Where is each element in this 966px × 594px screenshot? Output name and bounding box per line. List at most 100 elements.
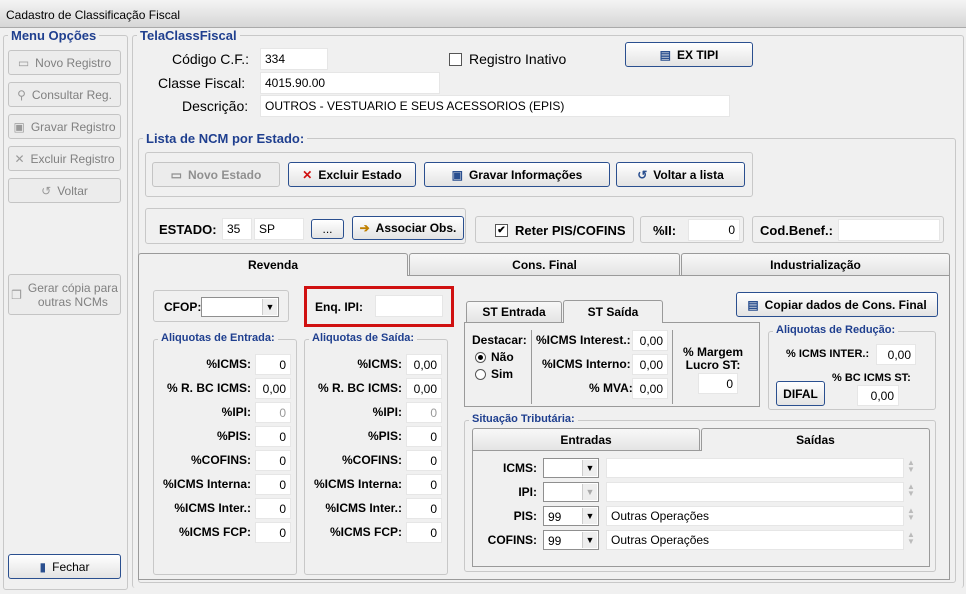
registro-inativo-checkbox[interactable]: Registro Inativo	[449, 51, 566, 67]
entrada-field-6[interactable]: 0	[255, 498, 291, 519]
registro-inativo-box[interactable]	[449, 52, 462, 66]
situacao-code-2: 99	[548, 510, 562, 524]
estado-code-field[interactable]: 35	[222, 218, 252, 240]
estado-label: ESTADO:	[159, 222, 217, 237]
descricao-field[interactable]: OUTROS - VESTUARIO E SEUS ACESSORIOS (EP…	[260, 95, 730, 117]
saida-field-0[interactable]: 0,00	[406, 354, 442, 375]
codbenef-field[interactable]	[838, 219, 940, 241]
entrada-label-0: %ICMS:	[206, 357, 251, 371]
enq-ipi-field[interactable]	[375, 295, 443, 317]
saida-field-7[interactable]: 0	[406, 522, 442, 543]
tab-entradas[interactable]: Entradas	[472, 428, 700, 450]
entrada-field-7[interactable]: 0	[255, 522, 291, 543]
estado-lookup-button[interactable]: ...	[311, 219, 344, 239]
ii-field[interactable]: 0	[688, 219, 740, 241]
spin-arrows-icon[interactable]: ▲ ▼	[906, 531, 916, 546]
icms-interest-label: %ICMS Interest.:	[536, 333, 631, 347]
codigo-label: Código C.F.:	[172, 51, 250, 67]
enq-ipi-label: Enq. IPI:	[315, 300, 363, 314]
gerar-copia-button[interactable]: ❐ Gerar cópia para outras NCMs	[8, 274, 121, 315]
radio-sim[interactable]	[475, 368, 486, 380]
novo-estado-button[interactable]: ▭ Novo Estado	[152, 162, 280, 187]
fechar-button[interactable]: ▮ Fechar	[8, 554, 121, 579]
gravar-registro-button[interactable]: ▣ Gravar Registro	[8, 114, 121, 139]
situacao-desc-1[interactable]	[606, 482, 904, 502]
aliquotas-saida-legend: Aliquotas de Saída:	[309, 332, 418, 344]
situacao-code-select-2[interactable]: 99 ▼	[543, 506, 599, 526]
icms-interno-field[interactable]: 0,00	[632, 354, 668, 375]
menu-options-group: Menu Opções ▭ Novo Registro ⚲ Consultar Re…	[3, 28, 128, 590]
tab-revenda[interactable]: Revenda	[138, 253, 408, 276]
excluir-registro-button[interactable]: ✕ Excluir Registro	[8, 146, 121, 171]
spin-arrows-icon[interactable]: ▲ ▼	[906, 483, 916, 498]
codigo-field[interactable]: 334	[260, 48, 328, 70]
entrada-field-5[interactable]: 0	[255, 474, 291, 495]
cfop-select[interactable]: ▼	[201, 297, 279, 317]
copiar-cons-final-button[interactable]: ▤ Copiar dados de Cons. Final	[736, 292, 938, 317]
ii-label: %II:	[653, 223, 677, 238]
delete-x-icon: ✕	[14, 151, 25, 166]
entrada-field-4[interactable]: 0	[255, 450, 291, 471]
reducao-bc-icms-st-field[interactable]: 0,00	[857, 385, 899, 406]
spin-arrows-icon[interactable]: ▲ ▼	[906, 459, 916, 474]
saida-field-1[interactable]: 0,00	[406, 378, 442, 399]
situacao-desc-3[interactable]: Outras Operações	[606, 530, 904, 550]
estado-uf-field[interactable]: SP	[254, 218, 304, 240]
saida-field-3[interactable]: 0	[406, 426, 442, 447]
entrada-field-2[interactable]: 0	[255, 402, 291, 423]
situacao-desc-2[interactable]: Outras Operações	[606, 506, 904, 526]
reducao-bc-icms-st-label: % BC ICMS ST:	[832, 372, 911, 384]
voltar-lista-button[interactable]: ↺ Voltar a lista	[616, 162, 745, 187]
radio-nao[interactable]	[475, 351, 486, 363]
reter-pis-cofins-checkbox[interactable]: ✔ Reter PIS/COFINS	[495, 223, 626, 238]
document-list-icon: ▤	[747, 297, 759, 312]
voltar-button[interactable]: ↺ Voltar	[8, 178, 121, 203]
window-title: Cadastro de Classificação Fiscal	[6, 8, 181, 22]
tab-saidas[interactable]: Saídas	[701, 428, 930, 451]
chevron-down-icon: ▼	[582, 532, 597, 548]
entrada-field-1[interactable]: 0,00	[255, 378, 291, 399]
situacao-code-select-0[interactable]: ▼	[543, 458, 599, 478]
spin-arrows-icon[interactable]: ▲ ▼	[906, 507, 916, 522]
destacar-nao-radio[interactable]: Não	[475, 350, 514, 364]
tab-st-saida[interactable]: ST Saída	[563, 300, 663, 323]
new-document-icon: ▭	[17, 55, 30, 70]
saida-label-3: %PIS:	[367, 429, 402, 443]
situacao-code-select-3[interactable]: 99 ▼	[543, 530, 599, 550]
associar-obs-button[interactable]: ➔ Associar Obs.	[352, 216, 464, 240]
save-icon: ▣	[13, 119, 25, 134]
document-list-icon: ▤	[659, 47, 671, 62]
gravar-informacoes-button[interactable]: ▣ Gravar Informações	[424, 162, 610, 187]
consultar-registro-button[interactable]: ⚲ Consultar Reg.	[8, 82, 121, 107]
classe-fiscal-field[interactable]: 4015.90.00	[260, 72, 440, 94]
situacao-code-select-1[interactable]: ▼	[543, 482, 599, 502]
saida-label-7: %ICMS FCP:	[330, 525, 402, 539]
reducao-icms-inter-field[interactable]: 0,00	[876, 344, 916, 365]
tab-industrializacao[interactable]: Industrialização	[681, 253, 950, 275]
close-door-icon: ▮	[39, 559, 47, 574]
mva-field[interactable]: 0,00	[632, 378, 668, 399]
saida-field-6[interactable]: 0	[406, 498, 442, 519]
tab-st-entrada[interactable]: ST Entrada	[466, 301, 562, 322]
situacao-desc-0[interactable]	[606, 458, 904, 478]
saida-field-4[interactable]: 0	[406, 450, 442, 471]
excluir-estado-button[interactable]: ✕ Excluir Estado	[288, 162, 416, 187]
cfop-label: CFOP:	[164, 300, 202, 314]
margem-lucro-field[interactable]: 0	[698, 373, 738, 394]
novo-registro-button[interactable]: ▭ Novo Registro	[8, 50, 121, 75]
window-client: Menu Opções ▭ Novo Registro ⚲ Consultar Re…	[0, 28, 966, 594]
entrada-field-0[interactable]: 0	[255, 354, 291, 375]
tab-cons-final[interactable]: Cons. Final	[409, 253, 680, 275]
entrada-label-6: %ICMS Inter.:	[174, 501, 251, 515]
icms-interno-label: %ICMS Interno:	[542, 357, 631, 371]
difal-button[interactable]: DIFAL	[776, 381, 825, 406]
saida-field-2[interactable]: 0	[406, 402, 442, 423]
saida-field-5[interactable]: 0	[406, 474, 442, 495]
chevron-down-icon: ▼	[582, 460, 597, 476]
icms-interest-field[interactable]: 0,00	[632, 330, 668, 351]
ex-tipi-button[interactable]: ▤ EX TIPI	[625, 42, 753, 67]
reter-check-box[interactable]: ✔	[495, 224, 508, 237]
copy-icon: ❐	[11, 287, 22, 302]
destacar-sim-radio[interactable]: Sim	[475, 367, 513, 381]
entrada-field-3[interactable]: 0	[255, 426, 291, 447]
